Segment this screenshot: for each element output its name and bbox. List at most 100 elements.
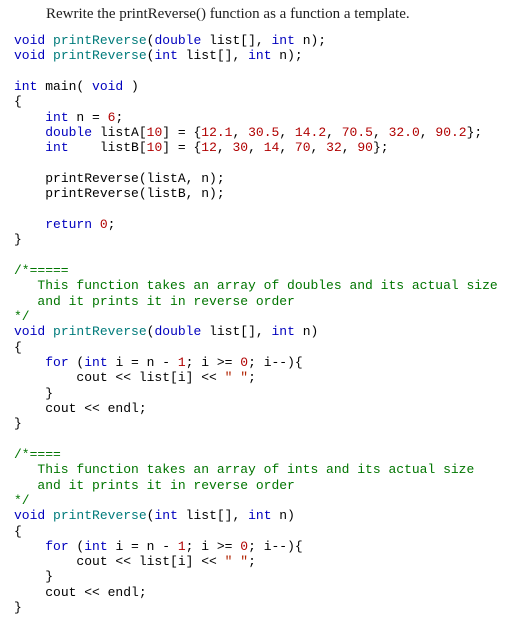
kw-void: void xyxy=(14,508,45,523)
kw-int: int xyxy=(154,508,177,523)
txt: cout << list[i] << xyxy=(76,554,224,569)
num: 0 xyxy=(240,355,248,370)
brace: } xyxy=(45,386,53,401)
fn-name: printReverse xyxy=(53,33,147,48)
num: 0 xyxy=(240,539,248,554)
brace: { xyxy=(14,524,22,539)
kw-int: int xyxy=(45,110,68,125)
brace: } xyxy=(14,416,22,431)
txt: ) xyxy=(123,79,139,94)
num: 1 xyxy=(178,355,186,370)
txt: cout << list[i] << xyxy=(76,370,224,385)
num: 10 xyxy=(147,140,163,155)
brace: } xyxy=(14,232,22,247)
kw-void: void xyxy=(92,79,123,94)
txt: , xyxy=(373,125,389,140)
question-prompt: Rewrite the printReverse() function as a… xyxy=(0,0,511,33)
txt: n = xyxy=(69,110,108,125)
brace: } xyxy=(14,600,22,615)
kw-void: void xyxy=(14,324,45,339)
txt: , xyxy=(217,140,233,155)
txt: ] = { xyxy=(162,140,201,155)
txt: , xyxy=(248,140,264,155)
num: 32.0 xyxy=(389,125,420,140)
txt: , xyxy=(326,125,342,140)
num: 12 xyxy=(201,140,217,155)
kw-void: void xyxy=(14,33,45,48)
brace: { xyxy=(14,94,22,109)
kw-int: int xyxy=(272,33,295,48)
txt: , xyxy=(279,140,295,155)
txt: ( xyxy=(69,355,85,370)
num: 30.5 xyxy=(248,125,279,140)
kw-int: int xyxy=(272,324,295,339)
txt: listB[ xyxy=(69,140,147,155)
fn-name: printReverse xyxy=(53,48,147,63)
txt: n); xyxy=(272,48,303,63)
comment: */ xyxy=(14,493,30,508)
fn-name: printReverse xyxy=(53,508,147,523)
num: 90.2 xyxy=(435,125,466,140)
txt: i = n - xyxy=(108,539,178,554)
num: 14 xyxy=(264,140,280,155)
kw-int: int xyxy=(248,48,271,63)
txt: listA[ xyxy=(92,125,147,140)
txt: cout << endl; xyxy=(45,401,146,416)
kw-int: int xyxy=(84,355,107,370)
kw-double: double xyxy=(154,324,201,339)
num: 0 xyxy=(100,217,108,232)
kw-void: void xyxy=(14,48,45,63)
txt: ; i >= xyxy=(186,355,241,370)
num: 70.5 xyxy=(342,125,373,140)
comment: /*==== xyxy=(14,447,61,462)
txt: ; xyxy=(248,554,256,569)
txt: cout << endl; xyxy=(45,585,146,600)
kw-return: return xyxy=(45,217,92,232)
code-listing: void printReverse ( double list[], int n);… xyxy=(0,33,511,615)
num: 32 xyxy=(326,140,342,155)
txt: n) xyxy=(295,324,318,339)
txt: main( xyxy=(37,79,92,94)
kw-int: int xyxy=(154,48,177,63)
kw-double: double xyxy=(45,125,92,140)
brace: } xyxy=(45,569,53,584)
num: 1 xyxy=(178,539,186,554)
kw-for: for xyxy=(45,539,68,554)
txt: }; xyxy=(373,140,389,155)
txt: , xyxy=(232,125,248,140)
kw-int: int xyxy=(14,79,37,94)
txt: ; i--){ xyxy=(248,355,303,370)
str: " " xyxy=(225,370,248,385)
txt: n); xyxy=(295,33,326,48)
num: 70 xyxy=(295,140,311,155)
comment: /*===== xyxy=(14,263,69,278)
txt: , xyxy=(420,125,436,140)
fn-name: printReverse xyxy=(53,324,147,339)
txt: n) xyxy=(272,508,295,523)
txt: ; xyxy=(108,217,116,232)
txt: list[], xyxy=(178,508,248,523)
txt: ] = { xyxy=(162,125,201,140)
num: 90 xyxy=(357,140,373,155)
txt: , xyxy=(279,125,295,140)
txt: ; xyxy=(248,370,256,385)
num: 12.1 xyxy=(201,125,232,140)
num: 30 xyxy=(232,140,248,155)
txt: list[], xyxy=(201,33,271,48)
num: 14.2 xyxy=(295,125,326,140)
num: 10 xyxy=(147,125,163,140)
txt: ; xyxy=(115,110,123,125)
kw-int: int xyxy=(84,539,107,554)
kw-for: for xyxy=(45,355,68,370)
call: printReverse(listA, n); xyxy=(45,171,224,186)
txt: }; xyxy=(467,125,483,140)
txt: , xyxy=(311,140,327,155)
txt: ; i--){ xyxy=(248,539,303,554)
comment: */ xyxy=(14,309,30,324)
txt: i = n - xyxy=(108,355,178,370)
call: printReverse(listB, n); xyxy=(45,186,224,201)
comment: This function takes an array of doubles … xyxy=(14,278,498,293)
kw-int: int xyxy=(45,140,68,155)
txt: list[], xyxy=(178,48,248,63)
txt: , xyxy=(342,140,358,155)
